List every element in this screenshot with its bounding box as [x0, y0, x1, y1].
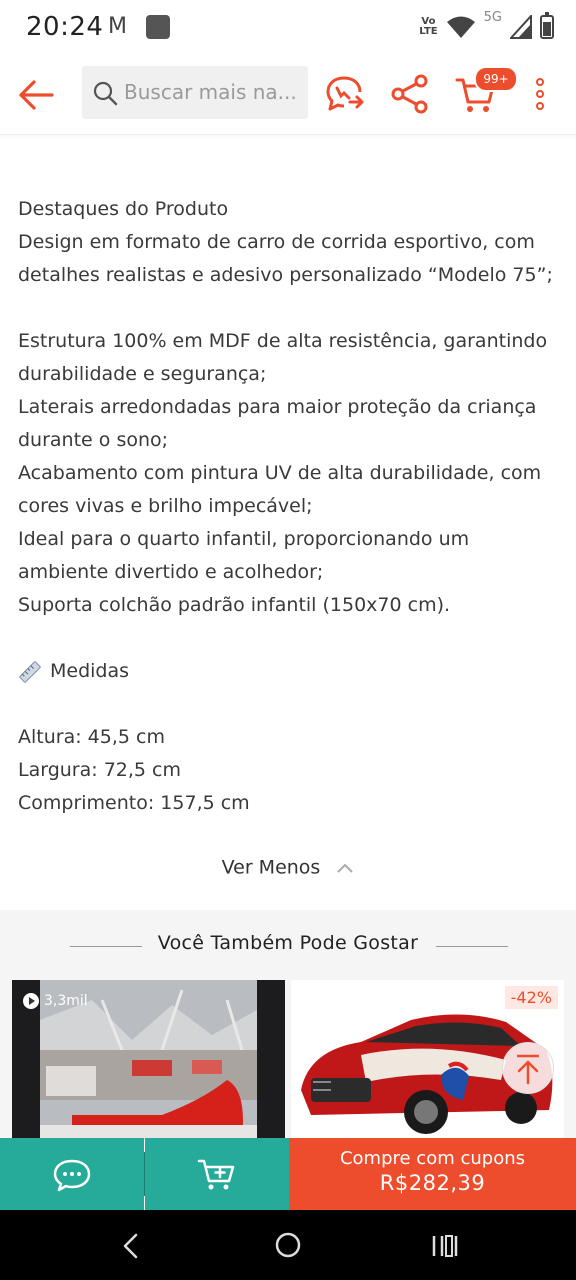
play-icon [23, 993, 39, 1009]
volte-icon: Vo LTE [419, 16, 438, 37]
description-line: ambiente divertido e acolhedor; [18, 561, 324, 583]
app-header: Buscar mais na... 99+ [0, 56, 576, 135]
add-to-cart-button[interactable] [145, 1138, 289, 1210]
nav-recents-icon[interactable] [430, 1232, 460, 1260]
discount-badge: -42% [504, 986, 558, 1009]
measures-heading: Medidas [18, 655, 563, 688]
scroll-to-top-button[interactable] [502, 1042, 554, 1094]
search-placeholder: Buscar mais na... [124, 80, 297, 104]
description-spacer [18, 688, 563, 721]
cart-badge: 99+ [474, 66, 518, 92]
recommendations-section: Você Também Pode Gostar 3,3mil -42% [0, 910, 576, 1140]
measure-line: Largura: 72,5 cm [18, 759, 182, 781]
description-line: durabilidade e segurança; [18, 363, 267, 385]
measures-heading-text: Medidas [50, 660, 130, 682]
chat-button[interactable] [0, 1138, 144, 1210]
recommendations-title: Você Também Pode Gostar [157, 932, 419, 954]
buy-label: Compre com cupons [339, 1148, 526, 1169]
description-line: Ideal para o quarto infantil, proporcion… [18, 528, 470, 550]
chat-share-icon[interactable] [322, 72, 366, 116]
description-line: Laterais arredondadas para maior proteçã… [18, 396, 537, 418]
video-views: 3,3mil [22, 992, 88, 1010]
notification-app-icon [146, 15, 170, 39]
back-arrow-icon[interactable] [16, 74, 58, 116]
chat-icon [53, 1159, 91, 1192]
buy-price: R$282,39 [379, 1171, 486, 1195]
bottom-action-bar: Compre com cupons R$282,39 [0, 1138, 576, 1210]
nav-back-icon[interactable] [118, 1232, 144, 1260]
ver-menos-toggle[interactable]: Ver Menos [0, 856, 576, 879]
description-line: Estrutura 100% em MDF de alta resistênci… [18, 330, 548, 352]
battery-icon [540, 12, 554, 39]
arrow-up-icon [517, 1054, 539, 1085]
add-to-cart-icon [197, 1159, 235, 1190]
product-description: Destaques do Produto Design em formato d… [18, 193, 563, 820]
status-icons: Vo LTE 5G [419, 10, 554, 42]
description-blank-line [18, 292, 563, 325]
product-card[interactable]: -42% [291, 980, 564, 1140]
description-line: detalhes realistas e adesivo personaliza… [18, 264, 553, 286]
network-type: 5G [483, 10, 502, 25]
description-line: Acabamento com pintura UV de alta durabi… [18, 462, 542, 484]
description-line: cores vivas e brilho impecável; [18, 495, 313, 517]
buy-with-coupons-button[interactable]: Compre com cupons R$282,39 [289, 1138, 576, 1210]
status-bar: 20:24 M Vo LTE 5G [0, 0, 576, 56]
description-line: Destaques do Produto [18, 198, 229, 220]
product-card-video[interactable]: 3,3mil [12, 980, 285, 1140]
nav-home-icon[interactable] [274, 1231, 302, 1259]
gmail-icon: M [108, 14, 127, 39]
more-vertical-icon[interactable] [520, 72, 560, 116]
description-spacer [18, 622, 563, 655]
recommendations-header: Você Também Pode Gostar [0, 928, 576, 964]
share-icon[interactable] [388, 72, 432, 116]
description-line: Design em formato de carro de corrida es… [18, 231, 535, 253]
system-navigation-bar [0, 1210, 576, 1280]
video-views-count: 3,3mil [44, 993, 88, 1009]
search-icon [93, 81, 118, 106]
description-line: Suporta colchão padrão infantil (150x70 … [18, 594, 451, 616]
ver-menos-label: Ver Menos [221, 856, 321, 879]
description-line: durante o sono; [18, 429, 169, 451]
measure-line: Altura: 45,5 cm [18, 726, 165, 748]
search-input[interactable]: Buscar mais na... [82, 66, 308, 119]
wifi-icon [446, 16, 475, 38]
divider [436, 946, 508, 947]
chevron-up-icon [337, 863, 354, 873]
measure-line: Comprimento: 157,5 cm [18, 792, 250, 814]
ruler-icon [19, 660, 41, 683]
signal-icon [510, 15, 532, 39]
status-time: 20:24 [26, 12, 104, 42]
